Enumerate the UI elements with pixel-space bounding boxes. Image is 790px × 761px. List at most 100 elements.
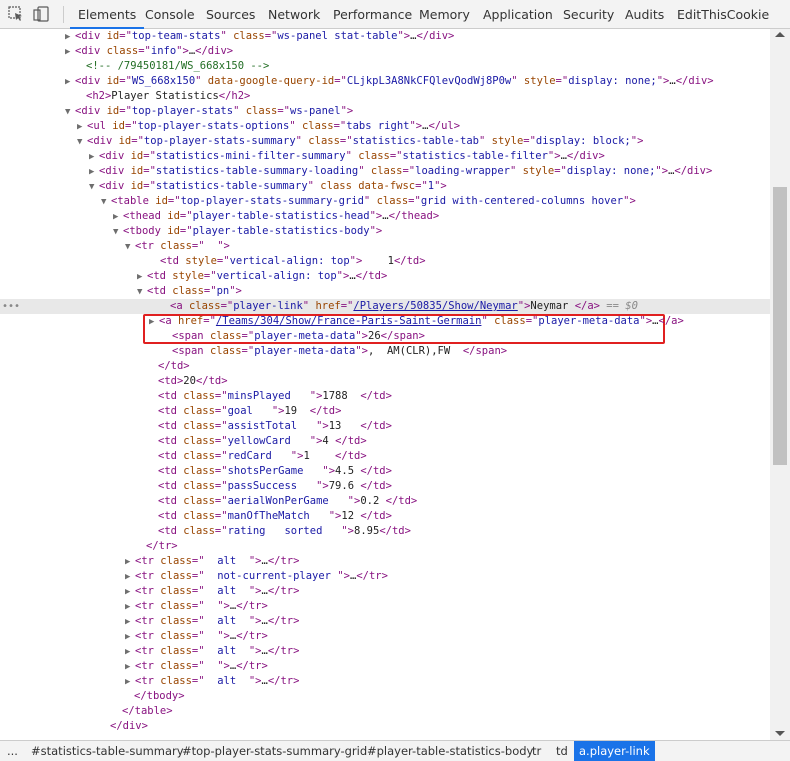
- code-token: Neymar: [530, 300, 575, 312]
- more-dots-icon[interactable]: •••: [2, 299, 20, 314]
- inspect-element-icon[interactable]: [8, 6, 24, 22]
- code-token: <tr: [135, 630, 161, 642]
- tab-application[interactable]: Application: [483, 0, 553, 28]
- code-token: ws-panel stat-table: [277, 30, 398, 42]
- href-link[interactable]: /Teams/304/Show/France-Paris-Saint-Germa…: [216, 315, 482, 327]
- dom-node-selected[interactable]: ••• <a class="player-link" href="/Players…: [0, 299, 770, 314]
- expand-arrow-icon[interactable]: ▶: [125, 585, 135, 600]
- code-token: </tr>: [236, 660, 268, 672]
- scroll-up-arrow-icon[interactable]: [775, 32, 785, 37]
- scroll-down-arrow-icon[interactable]: [775, 731, 785, 736]
- code-token: alt: [204, 585, 249, 597]
- code-token: class: [183, 480, 215, 492]
- code-token: =": [203, 285, 217, 297]
- code-token: <div: [99, 150, 131, 162]
- code-token: class: [188, 300, 221, 312]
- collapse-arrow-icon[interactable]: ▼: [101, 195, 111, 210]
- code-token: ">: [639, 315, 653, 327]
- expand-arrow-icon[interactable]: ▶: [125, 570, 135, 585]
- code-token: display: block;: [535, 135, 631, 147]
- scrollbar-thumb[interactable]: [773, 187, 787, 465]
- code-token: ">: [217, 660, 230, 672]
- tab-elements[interactable]: Elements: [69, 0, 145, 29]
- code-token: ">: [322, 465, 336, 477]
- tab-editthiscookie[interactable]: EditThisCookie: [677, 0, 769, 28]
- code-token: </td>: [379, 525, 411, 537]
- code-token: 8.95: [354, 525, 380, 537]
- collapse-arrow-icon[interactable]: ▼: [89, 180, 99, 195]
- code-token: =": [119, 30, 132, 42]
- tab-audits[interactable]: Audits: [625, 0, 664, 28]
- tab-security[interactable]: Security: [563, 0, 614, 28]
- code-token: =": [124, 120, 138, 132]
- collapse-arrow-icon[interactable]: ▼: [113, 225, 123, 240]
- code-token: player-meta-data: [538, 315, 640, 327]
- code-token: =": [555, 75, 569, 87]
- code-token: </ul>: [428, 120, 461, 132]
- expand-arrow-icon[interactable]: ▶: [77, 120, 87, 135]
- elements-dom-tree[interactable]: ▶ <div id="top-team-stats" class="ws-pane…: [0, 29, 770, 740]
- breadcrumb-item[interactable]: tr: [527, 741, 546, 761]
- expand-arrow-icon[interactable]: ▶: [65, 75, 75, 90]
- code-token: aerialWonPerGame: [227, 495, 348, 507]
- expand-arrow-icon[interactable]: ▶: [65, 45, 75, 60]
- code-token: =": [415, 180, 428, 192]
- tab-sources[interactable]: Sources: [206, 0, 255, 28]
- expand-arrow-icon[interactable]: ▶: [149, 315, 159, 330]
- code-token: ": [289, 120, 302, 132]
- code-token: ">: [271, 405, 285, 417]
- tab-console[interactable]: Console: [145, 0, 195, 28]
- collapse-arrow-icon[interactable]: ▼: [137, 285, 147, 300]
- code-token: </div>: [195, 45, 234, 57]
- code-token: Player Statistics: [111, 90, 219, 102]
- code-token: 20: [183, 375, 196, 387]
- breadcrumb-item[interactable]: #statistics-table-summary: [26, 741, 189, 761]
- code-token: <div: [75, 75, 107, 87]
- expand-arrow-icon[interactable]: ▶: [137, 270, 147, 285]
- href-link[interactable]: /Players/50835/Show/Neymar: [353, 300, 517, 312]
- code-token: <td: [158, 525, 184, 537]
- code-token: minsPlayed: [227, 390, 310, 402]
- expand-arrow-icon[interactable]: ▶: [89, 150, 99, 165]
- code-token: assistTotal: [227, 420, 317, 432]
- code-token: </div>: [675, 75, 714, 87]
- code-token: </thead>: [388, 210, 440, 222]
- collapse-arrow-icon[interactable]: ▼: [77, 135, 87, 150]
- expand-arrow-icon[interactable]: ▶: [89, 165, 99, 180]
- tab-network[interactable]: Network: [268, 0, 320, 28]
- breadcrumb-item[interactable]: #top-player-stats-summary-grid: [177, 741, 372, 761]
- breadcrumb-item[interactable]: #player-table-statistics-body: [362, 741, 538, 761]
- expand-arrow-icon[interactable]: ▶: [125, 555, 135, 570]
- code-token: =": [214, 510, 228, 522]
- expand-arrow-icon[interactable]: ▶: [125, 645, 135, 660]
- expand-arrow-icon[interactable]: ▶: [125, 630, 135, 645]
- code-token: </span>: [462, 345, 508, 357]
- code-token: ": [302, 300, 316, 312]
- code-token: class: [160, 660, 192, 672]
- code-token: =": [408, 195, 421, 207]
- tab-performance[interactable]: Performance: [333, 0, 412, 28]
- device-toolbar-icon[interactable]: [33, 6, 49, 22]
- breadcrumb-item[interactable]: td: [551, 741, 573, 761]
- breadcrumb-more[interactable]: ...: [2, 741, 23, 761]
- code-token: =": [214, 405, 228, 417]
- expand-arrow-icon[interactable]: ▶: [65, 30, 75, 45]
- code-token: =": [167, 195, 181, 207]
- code-token: style: [522, 165, 555, 177]
- collapse-arrow-icon[interactable]: ▼: [65, 105, 75, 120]
- expand-arrow-icon[interactable]: ▶: [113, 210, 123, 225]
- vertical-scrollbar[interactable]: [770, 29, 790, 740]
- code-token: class: [233, 30, 265, 42]
- collapse-arrow-icon[interactable]: ▼: [125, 240, 135, 255]
- breadcrumb-item[interactable]: a.player-link: [574, 741, 655, 761]
- code-token: <thead: [123, 210, 168, 222]
- code-token: =": [402, 165, 416, 177]
- code-token: id: [118, 135, 132, 147]
- code-token: =": [340, 300, 354, 312]
- expand-arrow-icon[interactable]: ▶: [125, 660, 135, 675]
- expand-arrow-icon[interactable]: ▶: [125, 675, 135, 690]
- tab-memory[interactable]: Memory: [419, 0, 470, 28]
- expand-arrow-icon[interactable]: ▶: [125, 615, 135, 630]
- code-token: ">: [229, 285, 242, 297]
- expand-arrow-icon[interactable]: ▶: [125, 600, 135, 615]
